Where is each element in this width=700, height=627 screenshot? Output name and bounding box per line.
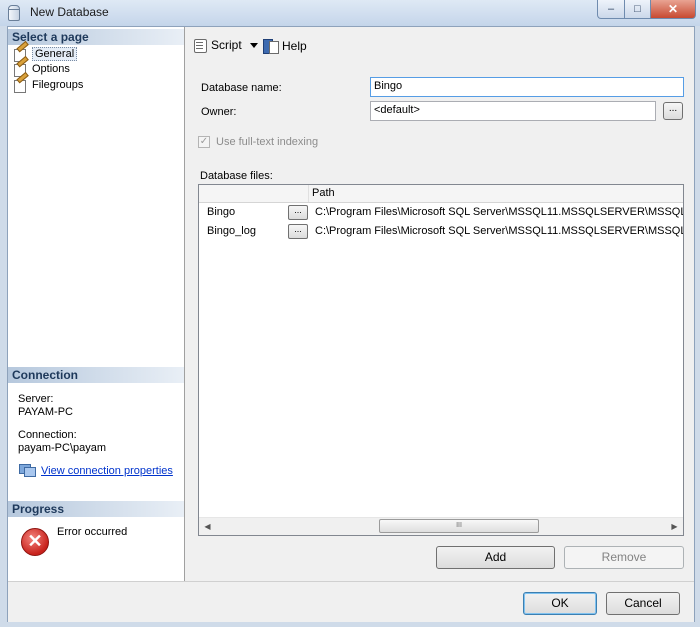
database-files-label: Database files: (200, 170, 273, 182)
dialog-button-bar: OK Cancel (8, 581, 694, 622)
select-page-header: Select a page (8, 29, 184, 45)
connection-label: Connection: (18, 429, 77, 441)
progress-status: Error occurred (57, 526, 128, 538)
page-item-label: General (32, 47, 78, 61)
grid-header: Path (199, 185, 683, 203)
dialog-client: Select a page General Options Filegroups… (7, 26, 695, 622)
file-name-cell[interactable]: Bingo_log (207, 222, 287, 241)
window-title: New Database (30, 5, 109, 19)
scrollbar-thumb[interactable]: III (379, 519, 539, 533)
page-item-label: Options (32, 63, 70, 75)
minimize-button[interactable]: – (597, 0, 625, 19)
add-button[interactable]: Add (436, 546, 555, 569)
grid-header-path: Path (312, 187, 335, 199)
close-button[interactable]: ✕ (651, 0, 696, 19)
script-icon (193, 38, 207, 53)
table-row[interactable]: Bingo ... C:\Program Files\Microsoft SQL… (199, 203, 683, 222)
chevron-down-icon[interactable] (249, 42, 258, 48)
owner-browse-button[interactable]: ... (663, 102, 683, 120)
database-files-grid[interactable]: Path Bingo ... C:\Program Files\Microsof… (198, 184, 684, 536)
fulltext-label: Use full-text indexing (216, 136, 319, 148)
server-label: Server: (18, 393, 54, 405)
connection-header: Connection (8, 367, 184, 383)
script-label: Script (211, 38, 242, 52)
progress-header: Progress (8, 501, 184, 517)
file-path-cell[interactable]: C:\Program Files\Microsoft SQL Server\MS… (315, 222, 683, 241)
help-label: Help (282, 38, 307, 53)
row-browse-button[interactable]: ... (288, 205, 308, 220)
server-value: PAYAM-PC (18, 406, 74, 418)
database-icon (8, 5, 20, 21)
fulltext-checkbox[interactable]: ✓ (198, 136, 210, 148)
scroll-left-icon[interactable]: ◀ (199, 518, 216, 535)
maximize-button[interactable]: □ (625, 0, 651, 19)
page-item-label: Filegroups (32, 79, 84, 91)
owner-label: Owner: (201, 106, 237, 118)
page-pencil-icon (14, 71, 29, 93)
connection-properties-icon (19, 464, 36, 477)
remove-button[interactable]: Remove (564, 546, 684, 569)
file-name-cell[interactable]: Bingo (207, 203, 287, 222)
window-controls: – □ ✕ (597, 0, 696, 19)
script-button[interactable]: Script (193, 38, 258, 53)
row-browse-button[interactable]: ... (288, 224, 308, 239)
database-name-label: Database name: (201, 82, 282, 94)
horizontal-scrollbar[interactable]: ◀ III ▶ (199, 517, 683, 535)
page-item-filegroups[interactable]: Filegroups (14, 71, 84, 93)
view-connection-properties-link[interactable]: View connection properties (41, 465, 173, 477)
file-path-cell[interactable]: C:\Program Files\Microsoft SQL Server\MS… (315, 203, 683, 222)
cancel-button[interactable]: Cancel (606, 592, 680, 615)
title-bar: New Database – □ ✕ (0, 0, 700, 26)
toolbar: Script Help (185, 27, 694, 63)
grid-header-cell (199, 185, 309, 202)
owner-input[interactable]: <default> (370, 101, 656, 121)
database-name-input[interactable]: Bingo (370, 77, 684, 97)
error-icon: ✕ (21, 528, 49, 556)
table-row[interactable]: Bingo_log ... C:\Program Files\Microsoft… (199, 222, 683, 241)
help-button[interactable]: Help (263, 38, 307, 54)
connection-value: payam-PC\payam (18, 442, 107, 454)
left-pane: Select a page General Options Filegroups… (8, 27, 185, 581)
scroll-right-icon[interactable]: ▶ (666, 518, 683, 535)
help-icon (263, 38, 279, 54)
ok-button[interactable]: OK (523, 592, 597, 615)
